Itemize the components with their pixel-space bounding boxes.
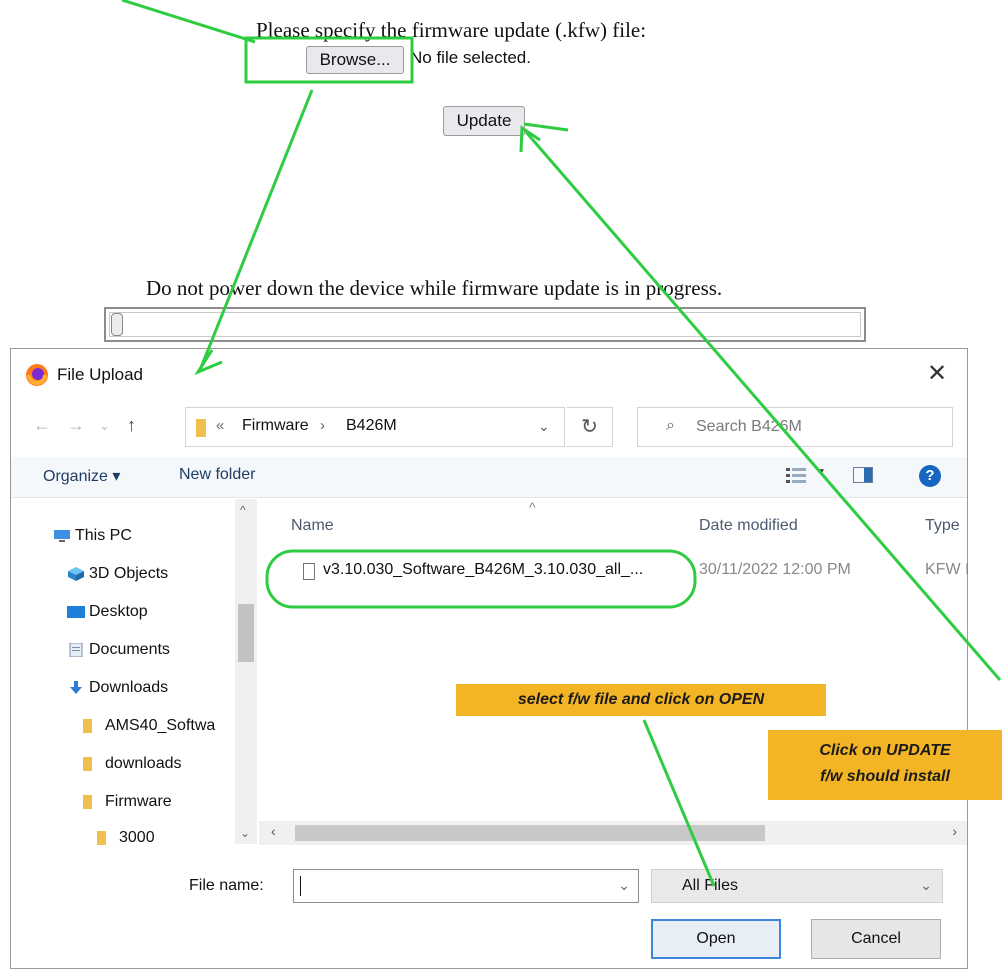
progress-track <box>109 312 861 337</box>
document-icon <box>69 643 83 657</box>
scroll-left-icon[interactable]: ‹ <box>271 823 276 839</box>
file-name-label: File name: <box>189 877 264 894</box>
folder-icon <box>97 831 106 845</box>
navigation-pane: This PC 3D Objects Desktop Documents Dow… <box>11 499 256 846</box>
folder-icon <box>83 757 92 771</box>
file-date: 30/11/2022 12:00 PM <box>699 561 851 578</box>
nav-label: Firmware <box>105 793 172 810</box>
note-update-line1: Click on UPDATE <box>819 742 951 759</box>
nav-label: downloads <box>105 755 182 772</box>
nav-scrollbar[interactable]: ^ ⌄ <box>235 499 257 844</box>
chevron-down-icon[interactable]: ⌄ <box>618 877 630 894</box>
no-file-label: No file selected. <box>410 48 531 67</box>
cube-icon <box>68 567 84 581</box>
preview-pane-icon[interactable] <box>853 467 873 483</box>
desktop-icon <box>67 606 85 618</box>
file-name-input[interactable]: ⌄ <box>293 869 639 903</box>
sort-ascending-icon: ^ <box>529 499 536 515</box>
close-icon[interactable]: ✕ <box>923 359 951 388</box>
refresh-icon[interactable]: ↻ <box>567 407 613 447</box>
nav-label: Documents <box>89 641 170 658</box>
open-button[interactable]: Open <box>651 919 781 959</box>
help-icon[interactable]: ? <box>919 465 941 487</box>
breadcrumb-separator-icon: › <box>320 417 325 434</box>
nav-label: 3D Objects <box>89 565 169 582</box>
file-type-value: All Files <box>682 877 739 894</box>
column-name[interactable]: Name <box>291 517 334 535</box>
file-name: v3.10.030_Software_B426M_3.10.030_all_..… <box>323 561 644 578</box>
nav-label: AMS40_Softwa <box>105 717 216 734</box>
column-date-modified[interactable]: Date modified <box>699 517 798 535</box>
firmware-prompt: Please specify the firmware update (.kfw… <box>256 18 647 42</box>
search-placeholder: Search B426M <box>696 418 802 435</box>
firmware-update-page: Please specify the firmware update (.kfw… <box>0 0 1003 350</box>
browse-button[interactable]: Browse... <box>306 46 404 74</box>
note-update-line2: f/w should install <box>820 768 950 785</box>
file-icon <box>303 563 315 580</box>
note-select-file: select f/w file and click on OPEN <box>456 684 826 716</box>
file-type-select[interactable]: All Files ⌄ <box>651 869 943 903</box>
chevron-down-icon[interactable]: ⌄ <box>920 877 932 894</box>
scroll-up-icon[interactable]: ^ <box>240 503 246 517</box>
forward-icon[interactable]: → <box>67 415 85 436</box>
organize-button[interactable]: Organize ▾ <box>43 466 120 486</box>
file-list-hscrollbar[interactable]: ‹ › <box>259 821 967 845</box>
column-type[interactable]: Type <box>925 517 960 535</box>
folder-icon <box>196 419 206 437</box>
breadcrumb-overflow-icon: « <box>216 417 225 434</box>
address-bar[interactable]: « Firmware › B426M ⌄ <box>185 407 565 447</box>
nav-label: 3000 <box>119 829 155 846</box>
scroll-down-icon[interactable]: ⌄ <box>240 826 250 840</box>
text-caret <box>300 876 301 896</box>
progress-fill <box>111 313 123 336</box>
nav-label: Downloads <box>89 679 169 696</box>
dialog-toolbar: Organize ▾ New folder ▼ ? <box>11 457 967 498</box>
file-type: KFW I <box>925 561 970 578</box>
up-folder-icon[interactable]: ↑ <box>127 415 136 436</box>
breadcrumb-firmware[interactable]: Firmware <box>242 417 309 435</box>
chevron-down-icon[interactable]: ⌄ <box>538 418 550 435</box>
update-button[interactable]: Update <box>443 106 525 136</box>
breadcrumb-b426m[interactable]: B426M <box>346 417 397 435</box>
scrollbar-thumb[interactable] <box>238 604 254 662</box>
nav-label: Desktop <box>89 603 148 620</box>
scroll-right-icon[interactable]: › <box>952 823 957 839</box>
nav-label: This PC <box>75 527 132 544</box>
cancel-button[interactable]: Cancel <box>811 919 941 959</box>
update-progress-bar <box>104 307 866 342</box>
folder-icon <box>83 719 92 733</box>
folder-icon <box>83 795 92 809</box>
hscroll-thumb[interactable] <box>295 825 765 841</box>
firefox-icon <box>26 364 48 386</box>
power-warning: Do not power down the device while firmw… <box>146 276 723 300</box>
dialog-titlebar: File Upload ✕ <box>11 349 967 399</box>
file-row[interactable]: v3.10.030_Software_B426M_3.10.030_all_..… <box>289 561 989 591</box>
download-icon <box>70 681 82 694</box>
file-upload-dialog: File Upload ✕ ← → ⌄ ↑ « Firmware › B426M… <box>10 348 969 969</box>
dialog-title: File Upload <box>57 365 143 384</box>
view-dropdown-icon[interactable]: ▼ <box>816 467 826 478</box>
view-options-icon[interactable] <box>786 467 812 485</box>
address-row: ← → ⌄ ↑ « Firmware › B426M ⌄ ↻ ⌕ Search … <box>11 405 967 449</box>
search-box[interactable]: ⌕ Search B426M <box>637 407 953 447</box>
note-click-update: Click on UPDATE f/w should install <box>768 730 1002 800</box>
back-icon[interactable]: ← <box>33 415 51 436</box>
search-icon: ⌕ <box>666 417 675 434</box>
new-folder-button[interactable]: New folder <box>179 466 255 484</box>
pc-icon <box>54 530 70 542</box>
recent-dropdown-icon[interactable]: ⌄ <box>99 418 110 434</box>
